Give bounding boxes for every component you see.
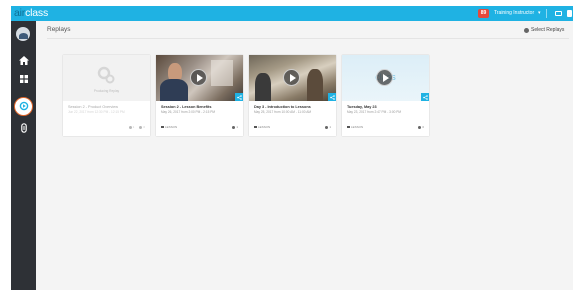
card-footer: LESSON 1 (161, 125, 238, 131)
replay-title: Session 2 - Product Overview (68, 105, 119, 109)
replay-date: May 25, 2017 from 10:00 AM - 11:00 AM (254, 110, 311, 114)
viewer-icon (418, 125, 422, 129)
viewer-icon (325, 125, 329, 129)
person-figure (255, 73, 271, 101)
lesson-tag: LESSON (254, 125, 270, 129)
card-footer: LESSON 0 (347, 125, 424, 131)
sidebar-item-home[interactable] (14, 51, 33, 69)
home-icon (18, 55, 29, 65)
share-icon (236, 94, 242, 100)
replay-thumbnail[interactable] (156, 55, 243, 101)
select-replays-button[interactable]: Select Replays (524, 27, 564, 33)
share-icon (329, 94, 335, 100)
card-stats: 1 0 (128, 125, 145, 129)
background-window (211, 60, 233, 86)
card-stats: 0 (418, 125, 424, 129)
replay-title[interactable]: Day 3 - Introduction to Lessons (254, 105, 311, 109)
gears-icon (97, 66, 115, 84)
sidebar-item-files[interactable] (14, 119, 33, 137)
check-circle-icon (524, 27, 529, 33)
replay-date: May 23, 2017 from 2:47 PM - 3:00 PM (347, 110, 402, 114)
replays-icon (19, 101, 28, 111)
card-stats: 1 (325, 125, 331, 129)
sidebar-item-apps[interactable] (14, 70, 33, 88)
play-icon[interactable] (376, 69, 393, 86)
chevron-down-icon[interactable]: ▾ (538, 6, 541, 21)
message-icon[interactable] (555, 11, 562, 16)
viewer-icon (128, 125, 132, 129)
replay-card[interactable]: Day 3 - Introduction to Lessons May 25, … (249, 55, 336, 136)
share-icon (422, 94, 428, 100)
share-button[interactable] (235, 93, 243, 101)
card-stats: 1 (232, 125, 238, 129)
top-bar: airclass 89 Training Instructor ▾ (11, 6, 573, 21)
replay-title[interactable]: Tuesday, May 23 (347, 105, 377, 109)
avatar[interactable] (16, 27, 30, 41)
topbar-divider (546, 9, 547, 18)
card-footer: LESSON 1 (254, 125, 331, 131)
play-icon[interactable] (190, 69, 207, 86)
device-icon[interactable] (567, 10, 572, 17)
sidebar (11, 21, 36, 290)
replay-title[interactable]: Session 2 - Lesson Benefits (161, 105, 211, 109)
lesson-tag: LESSON (161, 125, 177, 129)
grid-icon (19, 75, 28, 83)
share-button[interactable] (328, 93, 336, 101)
app-window: airclass 89 Training Instructor ▾ Replay… (11, 6, 573, 290)
replay-thumbnail-processing: Producing Replay (63, 55, 150, 101)
page-title: Replays (47, 26, 71, 33)
header-divider (47, 38, 569, 39)
processing-label: Producing Replay (93, 89, 120, 93)
lesson-tag: LESSON (347, 125, 363, 129)
card-footer: 1 0 (68, 125, 145, 131)
sidebar-item-replays[interactable] (14, 96, 33, 116)
replay-thumbnail[interactable]: class (342, 55, 429, 101)
comment-icon (139, 125, 143, 129)
person-figure (307, 69, 323, 101)
replay-date: Jun 22, 2017 from 12:30 PM - 12:15 PM (68, 110, 125, 114)
attachment-icon (20, 123, 27, 133)
video-icon (254, 126, 257, 128)
user-menu[interactable]: Training Instructor (494, 6, 534, 21)
app-logo[interactable]: airclass (14, 6, 48, 21)
replay-date: May 26, 2017 from 2:00 PM - 2:15 PM (161, 110, 216, 114)
video-icon (347, 126, 350, 128)
notification-badge[interactable]: 89 (478, 9, 489, 18)
replay-card[interactable]: Producing Replay Session 2 - Product Ove… (63, 55, 150, 136)
replay-card[interactable]: Session 2 - Lesson Benefits May 26, 2017… (156, 55, 243, 136)
play-icon[interactable] (283, 69, 300, 86)
replay-card[interactable]: class Tuesday, May 23 May 23, 2017 from … (342, 55, 429, 136)
video-icon (161, 126, 164, 128)
share-button[interactable] (421, 93, 429, 101)
person-figure (160, 79, 188, 101)
viewer-icon (232, 125, 236, 129)
replays-active-ring (14, 96, 33, 116)
replay-thumbnail[interactable] (249, 55, 336, 101)
